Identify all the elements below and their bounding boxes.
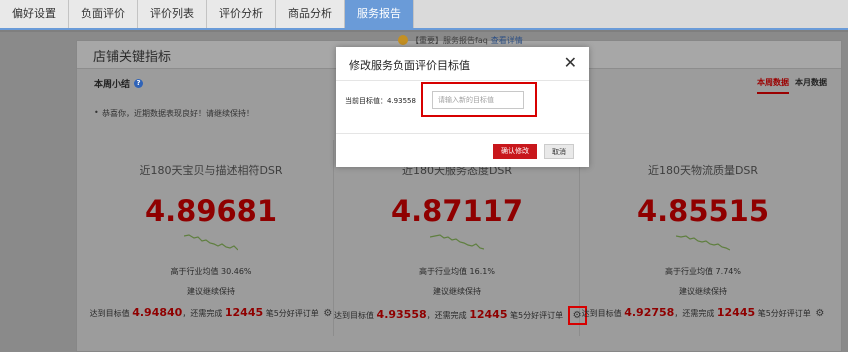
dsr-cards: 近180天宝贝与描述相符DSR 4.89681 高于行业均值 30.46% 建议… (88, 140, 838, 340)
target-prefix: 达到目标值 (581, 309, 622, 318)
target-mid: ，还需完成 (674, 309, 715, 318)
target-value: 4.94840 (132, 306, 183, 319)
card-target: 达到目标值 4.92758，还需完成 12445 笔5分好评订单 ⚙ (580, 306, 826, 319)
target-count: 12445 (224, 306, 264, 319)
tab-this-month[interactable]: 本月数据 (795, 77, 827, 94)
modal-title: 修改服务负面评价目标值 (349, 59, 470, 72)
tab-this-week[interactable]: 本周数据 (757, 77, 789, 94)
help-icon[interactable]: ? (134, 79, 144, 88)
tab-review-list[interactable]: 评价列表 (138, 0, 207, 28)
dsr-card-logistics: 近180天物流质量DSR 4.85515 高于行业均值 7.74% 建议继续保持… (580, 140, 826, 336)
card-target: 达到目标值 4.94840，还需完成 12445 笔5分好评订单 ⚙ (88, 306, 334, 319)
notice-icon (398, 35, 408, 45)
target-suffix: 笔5分好评订单 (757, 309, 811, 318)
gear-icon[interactable]: ⚙ (815, 308, 824, 319)
card-compare: 高于行业均值 16.1% (419, 267, 495, 276)
target-count: 12445 (469, 308, 508, 321)
sparkline-icon (430, 234, 484, 250)
card-score: 4.85515 (636, 194, 770, 228)
target-value: 4.92758 (624, 306, 675, 319)
dsr-card-service: 近180天服务态度DSR 4.87117 高于行业均值 16.1% 建议继续保持… (334, 140, 587, 336)
modal-header: 修改服务负面评价目标值 ✕ (336, 47, 589, 81)
card-advice: 建议继续保持 (433, 287, 481, 296)
summary-title-text: 本周小结 (94, 80, 131, 90)
notice-banner: 【重要】服务报告faq 查看详情 (398, 33, 523, 47)
confirm-button[interactable]: 确认修改 (493, 144, 537, 159)
card-compare: 高于行业均值 7.74% (665, 267, 741, 276)
new-target-input[interactable] (432, 91, 524, 109)
edit-target-modal: 修改服务负面评价目标值 ✕ 当前目标值：4.93558 确认修改 取消 (336, 47, 589, 167)
target-prefix: 达到目标值 (334, 311, 374, 320)
target-mid: ，还需完成 (182, 309, 223, 318)
top-tab-bar: 偏好设置 负面评价 评价列表 评价分析 商品分析 服务报告 (0, 0, 848, 30)
tab-product-analysis[interactable]: 商品分析 (276, 0, 345, 28)
panel-title: 店铺关键指标 (93, 50, 172, 65)
target-value: 4.93558 (376, 308, 427, 321)
card-advice: 建议继续保持 (187, 287, 235, 296)
card-target: 达到目标值 4.93558，还需完成 12445 笔5分好评订单 ⚙ (334, 306, 587, 325)
cancel-button[interactable]: 取消 (544, 144, 574, 159)
tab-preferences[interactable]: 偏好设置 (0, 0, 69, 28)
dsr-card-description: 近180天宝贝与描述相符DSR 4.89681 高于行业均值 30.46% 建议… (88, 140, 334, 336)
card-advice: 建议继续保持 (679, 287, 727, 296)
tab-review-analysis[interactable]: 评价分析 (207, 0, 276, 28)
tab-service-report[interactable]: 服务报告 (345, 0, 414, 28)
card-title: 近180天物流质量DSR (647, 164, 759, 177)
notice-text: 【重要】服务报告faq (411, 35, 488, 45)
target-suffix: 笔5分好评订单 (265, 309, 319, 318)
card-score: 4.87117 (390, 194, 524, 228)
tab-negative-reviews[interactable]: 负面评价 (69, 0, 138, 28)
card-title: 近180天宝贝与描述相符DSR (139, 164, 283, 177)
summary-text: 恭喜你，近期数据表现良好！请继续保持！ (94, 108, 254, 119)
current-target-label: 当前目标值：4.93558 (345, 97, 416, 105)
target-count: 12445 (716, 306, 756, 319)
sparkline-icon (184, 234, 238, 251)
target-prefix: 达到目标值 (89, 309, 130, 318)
notice-link[interactable]: 查看详情 (491, 35, 523, 46)
card-compare: 高于行业均值 30.46% (170, 267, 252, 276)
card-score: 4.89681 (144, 194, 278, 228)
target-mid: ，还需完成 (426, 311, 467, 320)
modal-footer: 确认修改 取消 (336, 133, 589, 167)
gear-icon[interactable]: ⚙ (323, 308, 332, 319)
target-suffix: 笔5分好评订单 (510, 311, 564, 320)
close-icon[interactable]: ✕ (564, 55, 577, 71)
input-highlight (421, 82, 537, 117)
sparkline-icon (676, 235, 730, 251)
weekly-summary-title: 本周小结 ? (94, 77, 144, 90)
period-tabs: 本周数据 本月数据 (757, 77, 827, 94)
